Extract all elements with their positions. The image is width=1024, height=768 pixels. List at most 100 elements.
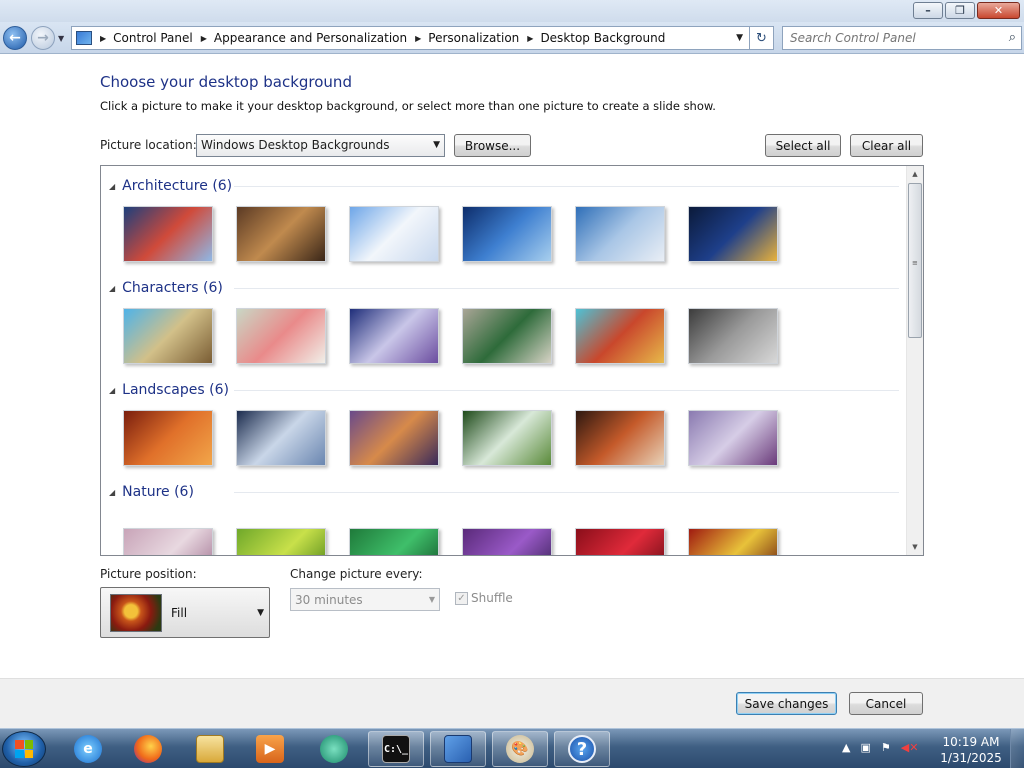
change-picture-value: 30 minutes <box>295 593 363 607</box>
wallpaper-thumbnail[interactable] <box>462 410 552 466</box>
recent-pages-dropdown[interactable]: ▼ <box>58 34 64 43</box>
chevron-right-icon[interactable]: ▶ <box>100 34 106 43</box>
wallpaper-thumbnail[interactable] <box>575 410 665 466</box>
wallpaper-thumbnail[interactable] <box>123 206 213 262</box>
taskbar-help[interactable]: ? <box>554 731 610 767</box>
picture-position-select[interactable]: Fill ▼ <box>100 587 270 638</box>
breadcrumb-personalization[interactable]: Personalization <box>428 31 519 45</box>
volume-muted-icon[interactable]: ◀✕ <box>901 741 919 754</box>
back-arrow-icon: ← <box>9 30 21 46</box>
back-button[interactable]: ← <box>3 26 27 50</box>
select-all-button[interactable]: Select all <box>765 134 841 157</box>
breadcrumb-desktop-background[interactable]: Desktop Background <box>540 31 665 45</box>
search-box[interactable]: ⌕ <box>782 26 1022 50</box>
close-button[interactable]: ✕ <box>977 2 1020 19</box>
taskbar-control-panel[interactable] <box>430 731 486 767</box>
group-header-nature[interactable]: ◢ Nature (6) <box>109 482 899 502</box>
wallpaper-thumbnail[interactable] <box>349 308 439 364</box>
checkbox-check-icon[interactable]: ✓ <box>455 591 468 605</box>
group-header-landscapes[interactable]: ◢ Landscapes (6) <box>109 380 899 400</box>
taskbar-paint[interactable]: 🎨 <box>492 731 548 767</box>
wallpaper-thumbnail[interactable] <box>575 528 665 555</box>
clock-date: 1/31/2025 <box>940 751 1002 765</box>
taskbar-file-explorer[interactable] <box>182 731 238 767</box>
address-dropdown-icon[interactable]: ▼ <box>736 33 743 43</box>
collapse-triangle-icon[interactable]: ◢ <box>109 182 115 191</box>
taskbar-green-app[interactable] <box>306 731 362 767</box>
refresh-button[interactable]: ↻ <box>750 26 774 50</box>
wallpaper-thumbnail[interactable] <box>236 410 326 466</box>
grip-icon: ≡ <box>912 259 918 267</box>
show-hidden-icons-icon[interactable]: ▲ <box>842 741 850 754</box>
chevron-right-icon[interactable]: ▶ <box>527 34 533 43</box>
chevron-down-icon: ▼ <box>257 608 264 618</box>
wallpaper-thumbnail[interactable] <box>462 206 552 262</box>
shuffle-checkbox[interactable]: ✓ Shuffle <box>455 591 513 605</box>
breadcrumb-control-panel[interactable]: Control Panel <box>113 31 193 45</box>
picture-location-select[interactable]: Windows Desktop Backgrounds ▼ <box>196 134 445 157</box>
forward-button[interactable]: → <box>31 26 55 50</box>
scroll-down-icon[interactable]: ▼ <box>907 539 923 555</box>
collapse-triangle-icon[interactable]: ◢ <box>109 284 115 293</box>
wallpaper-thumbnail[interactable] <box>688 308 778 364</box>
vertical-scrollbar[interactable]: ▲ ≡ ▼ <box>906 166 923 555</box>
minimize-button[interactable]: – <box>913 2 943 19</box>
app-icon <box>320 735 348 763</box>
chevron-right-icon[interactable]: ▶ <box>415 34 421 43</box>
position-preview-image <box>110 594 162 632</box>
save-changes-button[interactable]: Save changes <box>736 692 837 715</box>
wallpaper-thumbnail[interactable] <box>349 528 439 555</box>
wallpaper-thumbnail[interactable] <box>123 410 213 466</box>
restore-button[interactable]: ❐ <box>945 2 975 19</box>
wallpaper-thumbnail[interactable] <box>462 528 552 555</box>
group-title: Architecture (6) <box>122 178 233 194</box>
wallpaper-thumbnail[interactable] <box>688 206 778 262</box>
scroll-up-icon[interactable]: ▲ <box>907 166 923 182</box>
wallpaper-thumbnail[interactable] <box>462 308 552 364</box>
system-tray: ▲ ▣ ⚑ ◀✕ <box>842 741 918 754</box>
wallpaper-thumbnail[interactable] <box>349 206 439 262</box>
clear-all-button[interactable]: Clear all <box>850 134 923 157</box>
wallpaper-thumbnail[interactable] <box>236 528 326 555</box>
breadcrumb-appearance[interactable]: Appearance and Personalization <box>214 31 407 45</box>
browse-button[interactable]: Browse... <box>454 134 531 157</box>
wallpaper-gallery[interactable]: ◢ Architecture (6) ◢ Characters (6) ◢ La… <box>100 165 924 556</box>
minimize-icon: – <box>925 4 931 17</box>
scrollbar-thumb[interactable]: ≡ <box>908 183 922 338</box>
control-panel-icon <box>76 31 92 45</box>
wallpaper-thumbnail[interactable] <box>123 308 213 364</box>
address-bar[interactable]: ▶ Control Panel ▶ Appearance and Persona… <box>71 26 750 50</box>
show-desktop-button[interactable] <box>1010 729 1024 768</box>
internet-explorer-icon: e <box>74 735 102 763</box>
group-header-architecture[interactable]: ◢ Architecture (6) <box>109 176 899 196</box>
wallpaper-thumbnail[interactable] <box>123 528 213 555</box>
wallpaper-thumbnail[interactable] <box>575 308 665 364</box>
wallpaper-thumbnail[interactable] <box>688 410 778 466</box>
search-icon[interactable]: ⌕ <box>1009 30 1016 45</box>
group-header-characters[interactable]: ◢ Characters (6) <box>109 278 899 298</box>
chevron-right-icon[interactable]: ▶ <box>201 34 207 43</box>
search-input[interactable] <box>783 27 993 49</box>
wallpaper-thumbnail[interactable] <box>349 410 439 466</box>
taskbar-command-prompt[interactable]: C:\_ <box>368 731 424 767</box>
wallpaper-thumbnail[interactable] <box>236 308 326 364</box>
media-player-icon: ▶ <box>256 735 284 763</box>
change-picture-select[interactable]: 30 minutes ▼ <box>290 588 440 611</box>
wallpaper-thumbnail[interactable] <box>688 528 778 555</box>
wallpaper-thumbnail[interactable] <box>575 206 665 262</box>
start-button[interactable] <box>2 731 46 767</box>
close-icon: ✕ <box>993 4 1004 17</box>
taskbar-firefox[interactable] <box>120 731 176 767</box>
clock-time: 10:19 AM <box>942 735 1000 749</box>
wallpaper-thumbnail[interactable] <box>236 206 326 262</box>
clock[interactable]: 10:19 AM 1/31/2025 <box>940 734 1002 766</box>
command-prompt-icon: C:\_ <box>382 735 410 763</box>
network-icon[interactable]: ▣ <box>860 741 870 754</box>
taskbar-internet-explorer[interactable]: e <box>60 731 116 767</box>
action-center-flag-icon[interactable]: ⚑ <box>881 741 891 754</box>
taskbar-media-player[interactable]: ▶ <box>242 731 298 767</box>
picture-location-label: Picture location: <box>100 138 197 152</box>
collapse-triangle-icon[interactable]: ◢ <box>109 386 115 395</box>
collapse-triangle-icon[interactable]: ◢ <box>109 488 115 497</box>
cancel-button[interactable]: Cancel <box>849 692 923 715</box>
